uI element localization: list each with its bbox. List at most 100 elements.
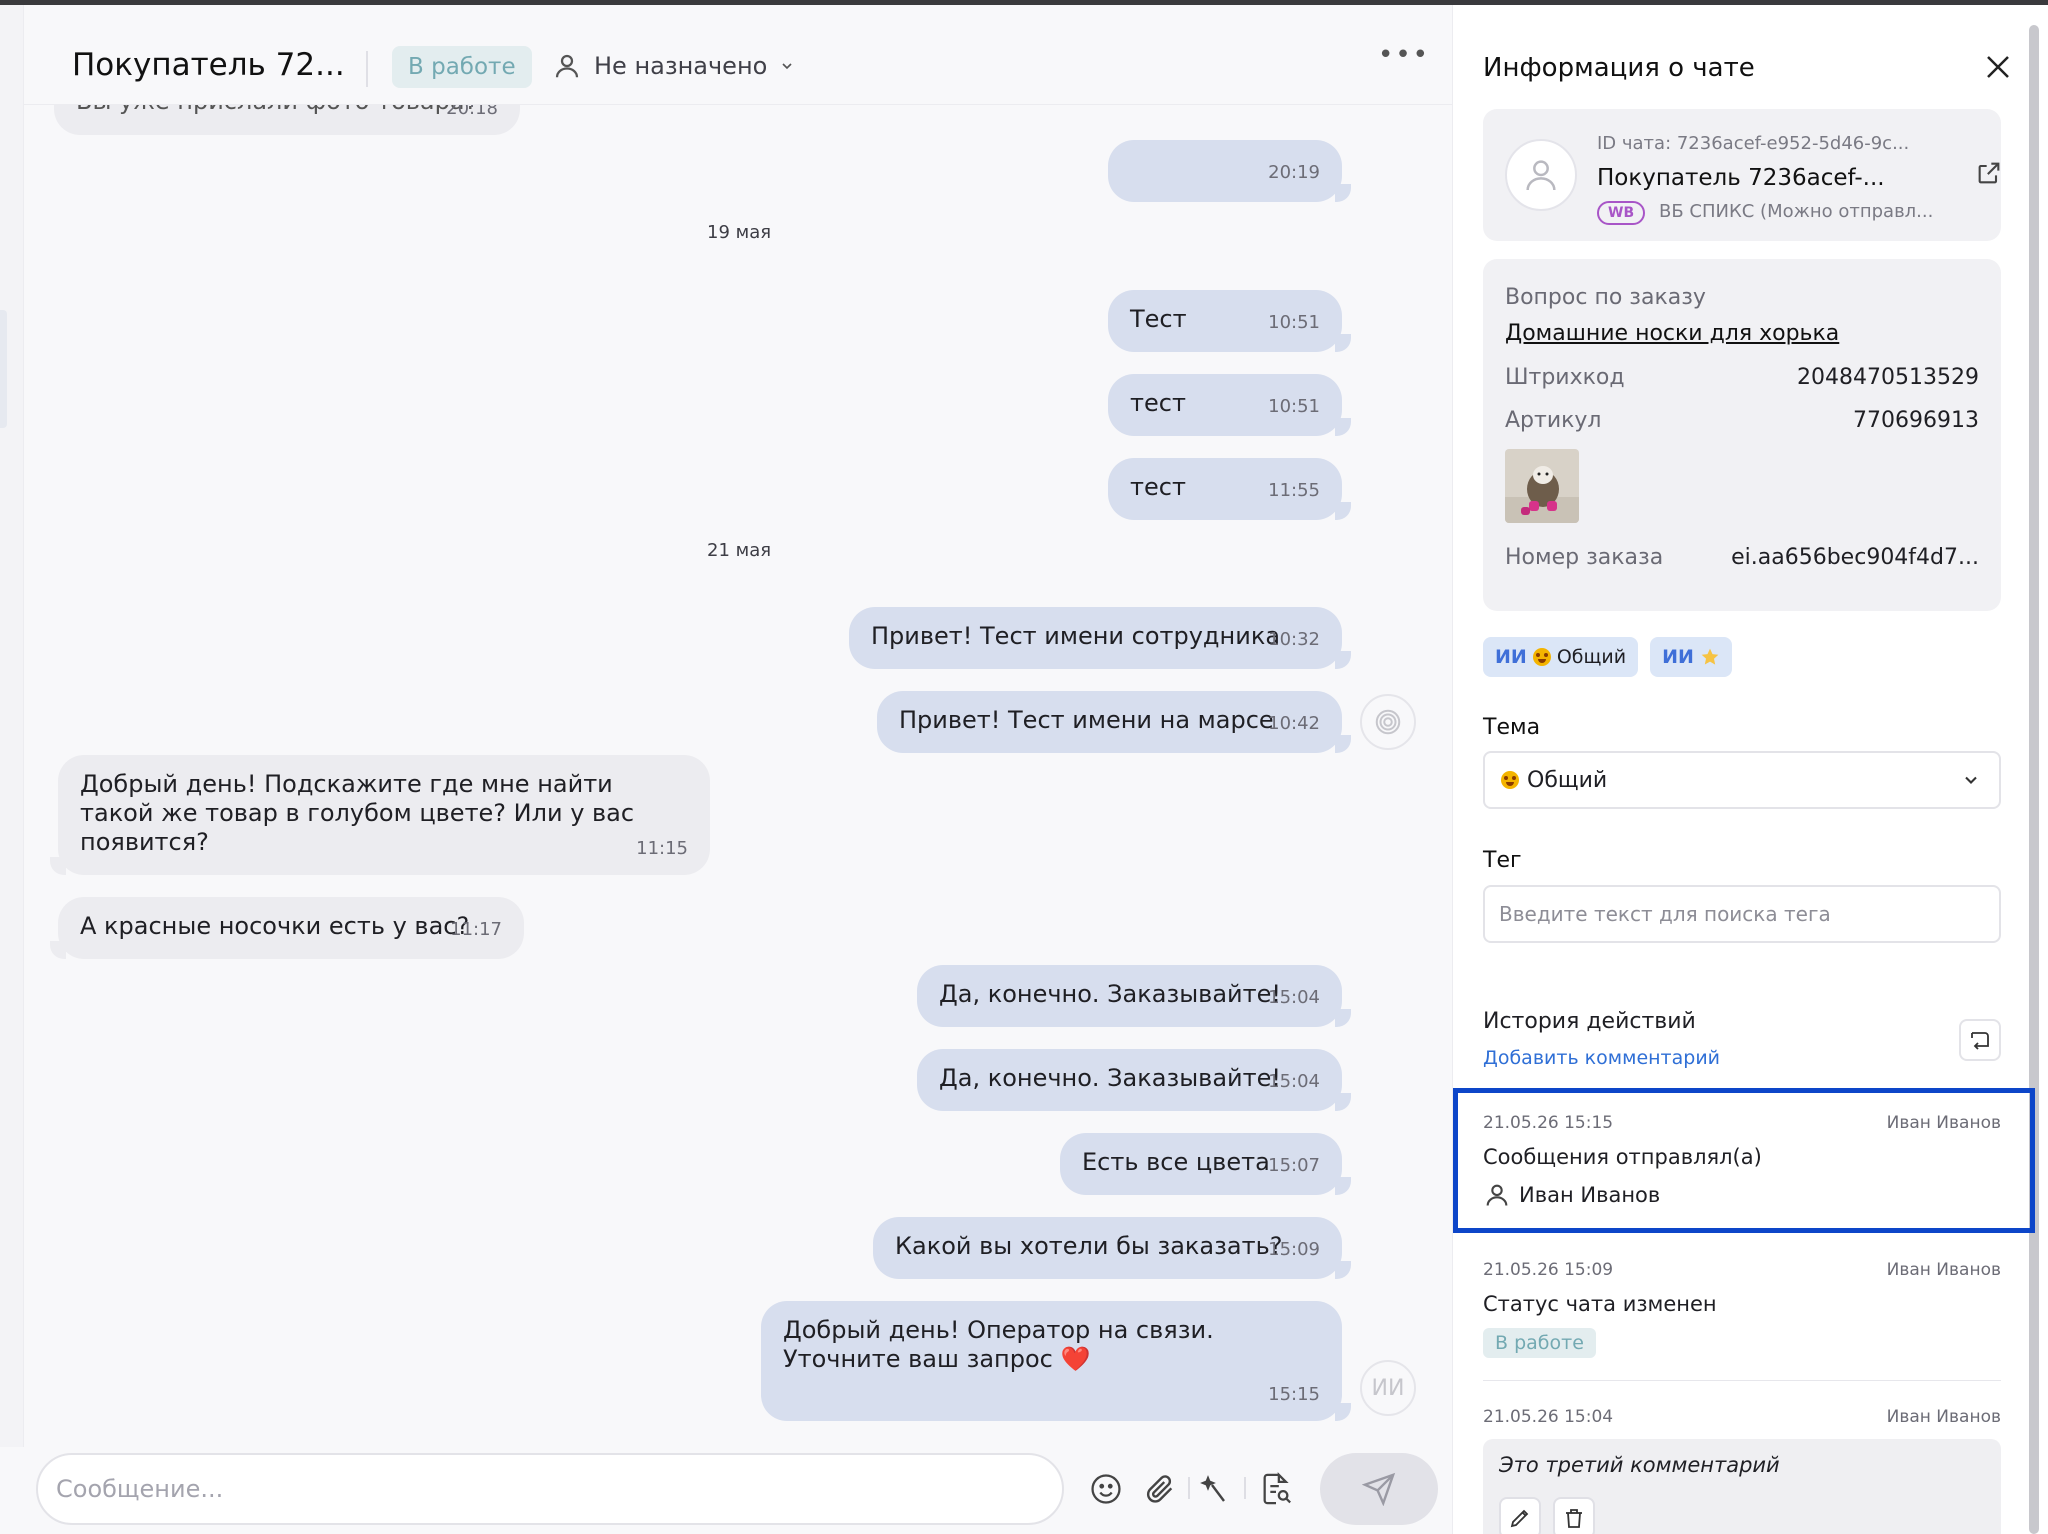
- message-text: Добрый день! Подскажите где мне найти та…: [80, 770, 635, 856]
- product-image[interactable]: [1505, 449, 1579, 523]
- message-text: Да, конечно. Заказывайте!: [939, 1064, 1281, 1092]
- message-time: 15:04: [1268, 1071, 1320, 1092]
- document-search-icon[interactable]: [1256, 1469, 1296, 1509]
- emoji-icon[interactable]: [1086, 1469, 1126, 1509]
- info-panel-title: Информация о чате: [1483, 53, 1755, 83]
- message-time: 20:18: [446, 105, 498, 119]
- date-separator: 19 мая: [707, 222, 772, 243]
- message-outgoing: тест 11:55: [1108, 458, 1351, 520]
- message-time: 20:19: [1268, 162, 1320, 183]
- message-text: Вы уже прислали фото товара?: [76, 105, 477, 115]
- paperclip-icon[interactable]: [1140, 1469, 1180, 1509]
- left-sidebar-edge: [0, 5, 24, 1534]
- message-time: 10:51: [1268, 312, 1320, 333]
- message-outgoing: Есть все цвета 15:07: [1060, 1133, 1351, 1195]
- history-title: История действий: [1483, 1009, 1696, 1034]
- history-author: Иван Иванов: [1886, 1113, 2001, 1133]
- add-comment-link[interactable]: Добавить комментарий: [1483, 1047, 1720, 1069]
- ai-avatar: ИИ: [1360, 1360, 1416, 1416]
- star-icon: [1701, 648, 1719, 665]
- message-text: Привет! Тест имени сотрудника: [871, 622, 1281, 650]
- tag-search-input[interactable]: [1483, 885, 2001, 943]
- message-incoming: А красные носочки есть у вас? 11:17: [50, 897, 524, 959]
- date-separator: 21 мая: [707, 540, 772, 561]
- message-incoming: Вы уже прислали фото товара? 20:18: [54, 105, 520, 135]
- article-value: 770696913: [1853, 408, 1979, 433]
- history-user-name: Иван Иванов: [1519, 1183, 1661, 1207]
- chat-header: Покупатель 72... В работе Не назначено •…: [24, 5, 1452, 105]
- ai-label: ИИ: [1495, 646, 1527, 668]
- history-action: Сообщения отправлял(а): [1483, 1145, 1762, 1169]
- close-icon[interactable]: [1983, 52, 2013, 82]
- history-status-badge: В работе: [1483, 1328, 1596, 1358]
- chat-info-panel: Информация о чате ID чата: 7236acef-e952…: [1452, 5, 2048, 1534]
- history-author: Иван Иванов: [1886, 1260, 2001, 1280]
- trash-icon: [1566, 1509, 1582, 1528]
- history-action: Статус чата изменен: [1483, 1292, 1717, 1316]
- send-button[interactable]: [1320, 1453, 1438, 1525]
- message-text: Тест: [1130, 305, 1187, 333]
- starstruck-emoji-icon: [1501, 771, 1519, 789]
- history-date: 21.05.26 15:15: [1483, 1113, 1614, 1133]
- message-text: тест: [1130, 389, 1186, 417]
- external-link-icon[interactable]: [1975, 159, 2005, 189]
- history-item: 21.05.26 15:04 Иван Иванов Это третий ко…: [1483, 1407, 2001, 1534]
- history-author: Иван Иванов: [1886, 1407, 2001, 1427]
- user-avatar-icon: [1505, 139, 1577, 211]
- message-outgoing: Добрый день! Оператор на связи. Уточните…: [761, 1301, 1351, 1421]
- header-divider: [366, 51, 368, 87]
- starstruck-emoji-icon: [1532, 648, 1551, 666]
- spiral-avatar-icon: [1360, 694, 1416, 750]
- message-outgoing: 20:19: [1108, 140, 1351, 202]
- history-toggle-button[interactable]: [1959, 1019, 2001, 1061]
- message-time: 15:07: [1268, 1155, 1320, 1176]
- message-text: Да, конечно. Заказывайте!: [939, 980, 1281, 1008]
- delete-comment-button[interactable]: [1553, 1497, 1595, 1534]
- message-outgoing: Да, конечно. Заказывайте! 15:04: [917, 965, 1351, 1027]
- more-options-button[interactable]: •••: [1378, 42, 1428, 69]
- message-outgoing: Привет! Тест имени сотрудника 10:32: [849, 607, 1351, 669]
- topic-select[interactable]: Общий: [1483, 751, 2001, 809]
- message-text: Привет! Тест имени на марсе: [899, 706, 1274, 734]
- magic-wand-icon[interactable]: [1196, 1469, 1236, 1509]
- barcode-value: 2048470513529: [1797, 365, 1979, 390]
- sidebar-collapse-handle[interactable]: [0, 310, 7, 428]
- history-item: 21.05.26 15:15 Иван Иванов Сообщения отп…: [1483, 1113, 2001, 1213]
- edit-comment-button[interactable]: [1499, 1497, 1541, 1534]
- message-time: 10:51: [1268, 396, 1320, 417]
- history-icon: [1971, 1032, 1989, 1050]
- order-details-card: Вопрос по заказу Домашние носки для хорь…: [1483, 259, 2001, 611]
- product-link[interactable]: Домашние носки для хорька: [1505, 321, 1839, 346]
- send-icon: [1362, 1472, 1396, 1506]
- chat-status-badge[interactable]: В работе: [392, 46, 532, 88]
- message-time: 11:15: [636, 838, 688, 859]
- message-input[interactable]: [36, 1453, 1064, 1525]
- ai-rating-chip[interactable]: ИИ: [1650, 637, 1732, 677]
- history-date: 21.05.26 15:09: [1483, 1260, 1614, 1280]
- assignee-label: Не назначено: [594, 52, 768, 80]
- article-label: Артикул: [1505, 408, 1602, 433]
- message-list[interactable]: Вы уже прислали фото товара? 20:18 20:19…: [24, 105, 1452, 1447]
- message-text: Есть все цвета: [1082, 1148, 1270, 1176]
- chevron-down-icon: [782, 63, 792, 70]
- ai-topic-chip[interactable]: ИИ Общий: [1483, 637, 1639, 677]
- chat-id: ID чата: 7236acef-e952-5d46-9c...: [1597, 133, 1910, 154]
- comment-box: Это третий комментарий: [1483, 1439, 2001, 1534]
- buyer-name: Покупатель 7236acef-...: [1597, 165, 1885, 191]
- pencil-icon: [1510, 1509, 1529, 1528]
- message-time: 10:42: [1268, 713, 1320, 734]
- tag-label: Тег: [1483, 848, 1522, 873]
- order-question-label: Вопрос по заказу: [1505, 285, 1706, 310]
- scrollbar[interactable]: [2029, 25, 2039, 1534]
- history-divider: [1483, 1380, 2001, 1381]
- ai-label: ИИ: [1662, 646, 1694, 668]
- assignee-dropdown[interactable]: Не назначено: [552, 51, 795, 81]
- comment-text: Это третий комментарий: [1499, 1453, 1780, 1477]
- order-number-label: Номер заказа: [1505, 545, 1664, 570]
- message-text: Какой вы хотели бы заказать?: [895, 1232, 1283, 1260]
- message-time: 15:04: [1268, 987, 1320, 1008]
- chevron-down-icon: [1965, 776, 1977, 784]
- message-outgoing: Тест 10:51: [1108, 290, 1351, 352]
- message-time: 11:17: [450, 919, 502, 940]
- message-text: тест: [1130, 473, 1186, 501]
